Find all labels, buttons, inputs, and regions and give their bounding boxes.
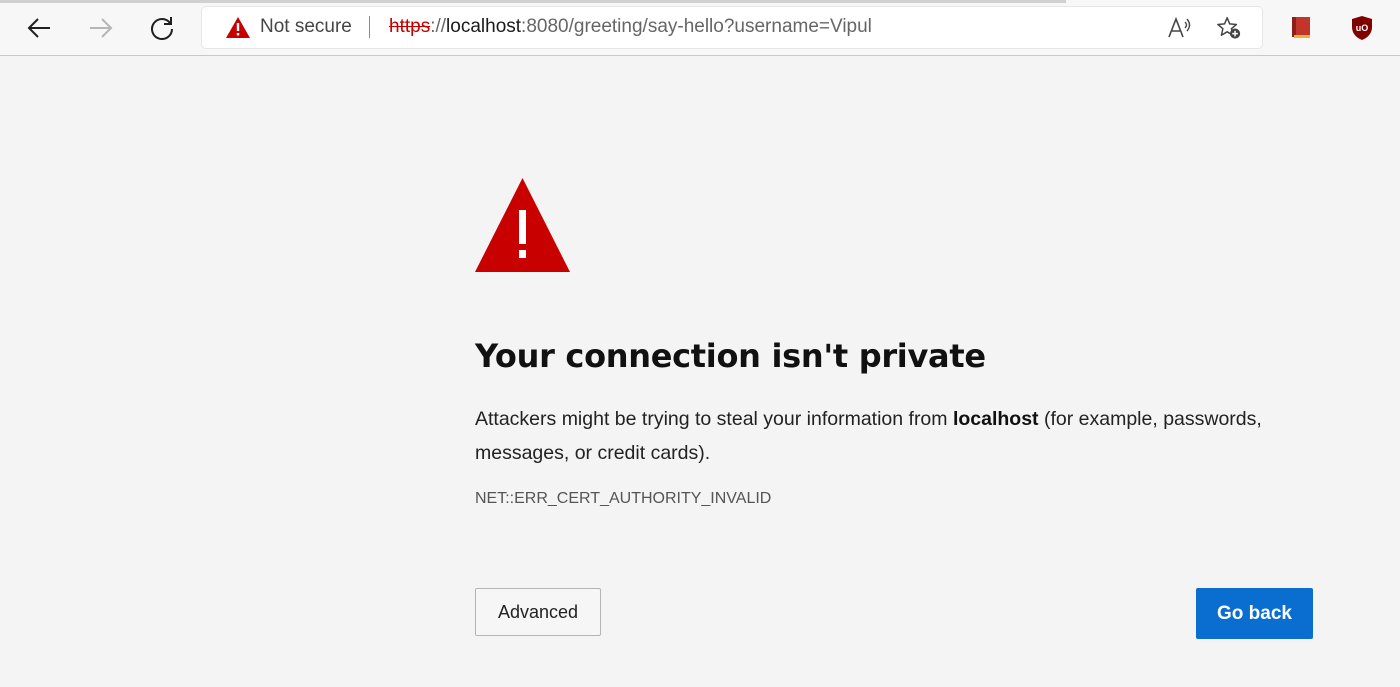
back-button[interactable] xyxy=(19,9,59,47)
address-bar[interactable]: Not secure https://localhost:8080/greeti… xyxy=(202,7,1262,48)
ublock-origin-button[interactable]: uO xyxy=(1347,13,1377,43)
url-host: localhost xyxy=(446,16,522,37)
url-separator: :// xyxy=(430,16,447,37)
page-title: Your connection isn't private xyxy=(475,337,986,375)
not-secure-label[interactable]: Not secure xyxy=(260,16,352,38)
message-text-start: Attackers might be trying to steal your … xyxy=(475,408,953,430)
svg-text:uO: uO xyxy=(1356,23,1369,33)
bookmark-extension-icon xyxy=(1292,17,1310,38)
advanced-button[interactable]: Advanced xyxy=(475,588,601,636)
warning-message: Attackers might be trying to steal your … xyxy=(475,402,1275,470)
refresh-button[interactable] xyxy=(142,9,182,47)
warning-triangle-icon xyxy=(475,178,570,272)
message-host: localhost xyxy=(952,408,1039,430)
add-favorite-icon xyxy=(1217,17,1241,39)
browser-toolbar: Not secure https://localhost:8080/greeti… xyxy=(0,0,1400,56)
arrow-left-icon xyxy=(27,18,50,38)
warning-triangle-icon xyxy=(226,17,250,38)
go-back-button[interactable]: Go back xyxy=(1196,588,1313,639)
url-path: :8080/greeting/say-hello?username=Vipul xyxy=(521,16,872,37)
read-aloud-icon xyxy=(1168,16,1191,38)
loading-progress-bar xyxy=(0,0,1066,3)
refresh-icon xyxy=(151,17,173,40)
forward-button[interactable] xyxy=(81,9,121,47)
url-text[interactable]: https://localhost:8080/greeting/say-hell… xyxy=(389,16,872,38)
add-favorite-button[interactable] xyxy=(1216,15,1242,41)
bookmark-extension-button[interactable] xyxy=(1286,13,1316,43)
arrow-right-icon xyxy=(90,18,113,38)
ublock-origin-icon: uO xyxy=(1352,16,1372,40)
read-aloud-button[interactable] xyxy=(1167,15,1193,41)
url-scheme: https xyxy=(389,16,431,37)
error-code: NET::ERR_CERT_AUTHORITY_INVALID xyxy=(475,490,772,507)
address-divider xyxy=(369,16,370,38)
